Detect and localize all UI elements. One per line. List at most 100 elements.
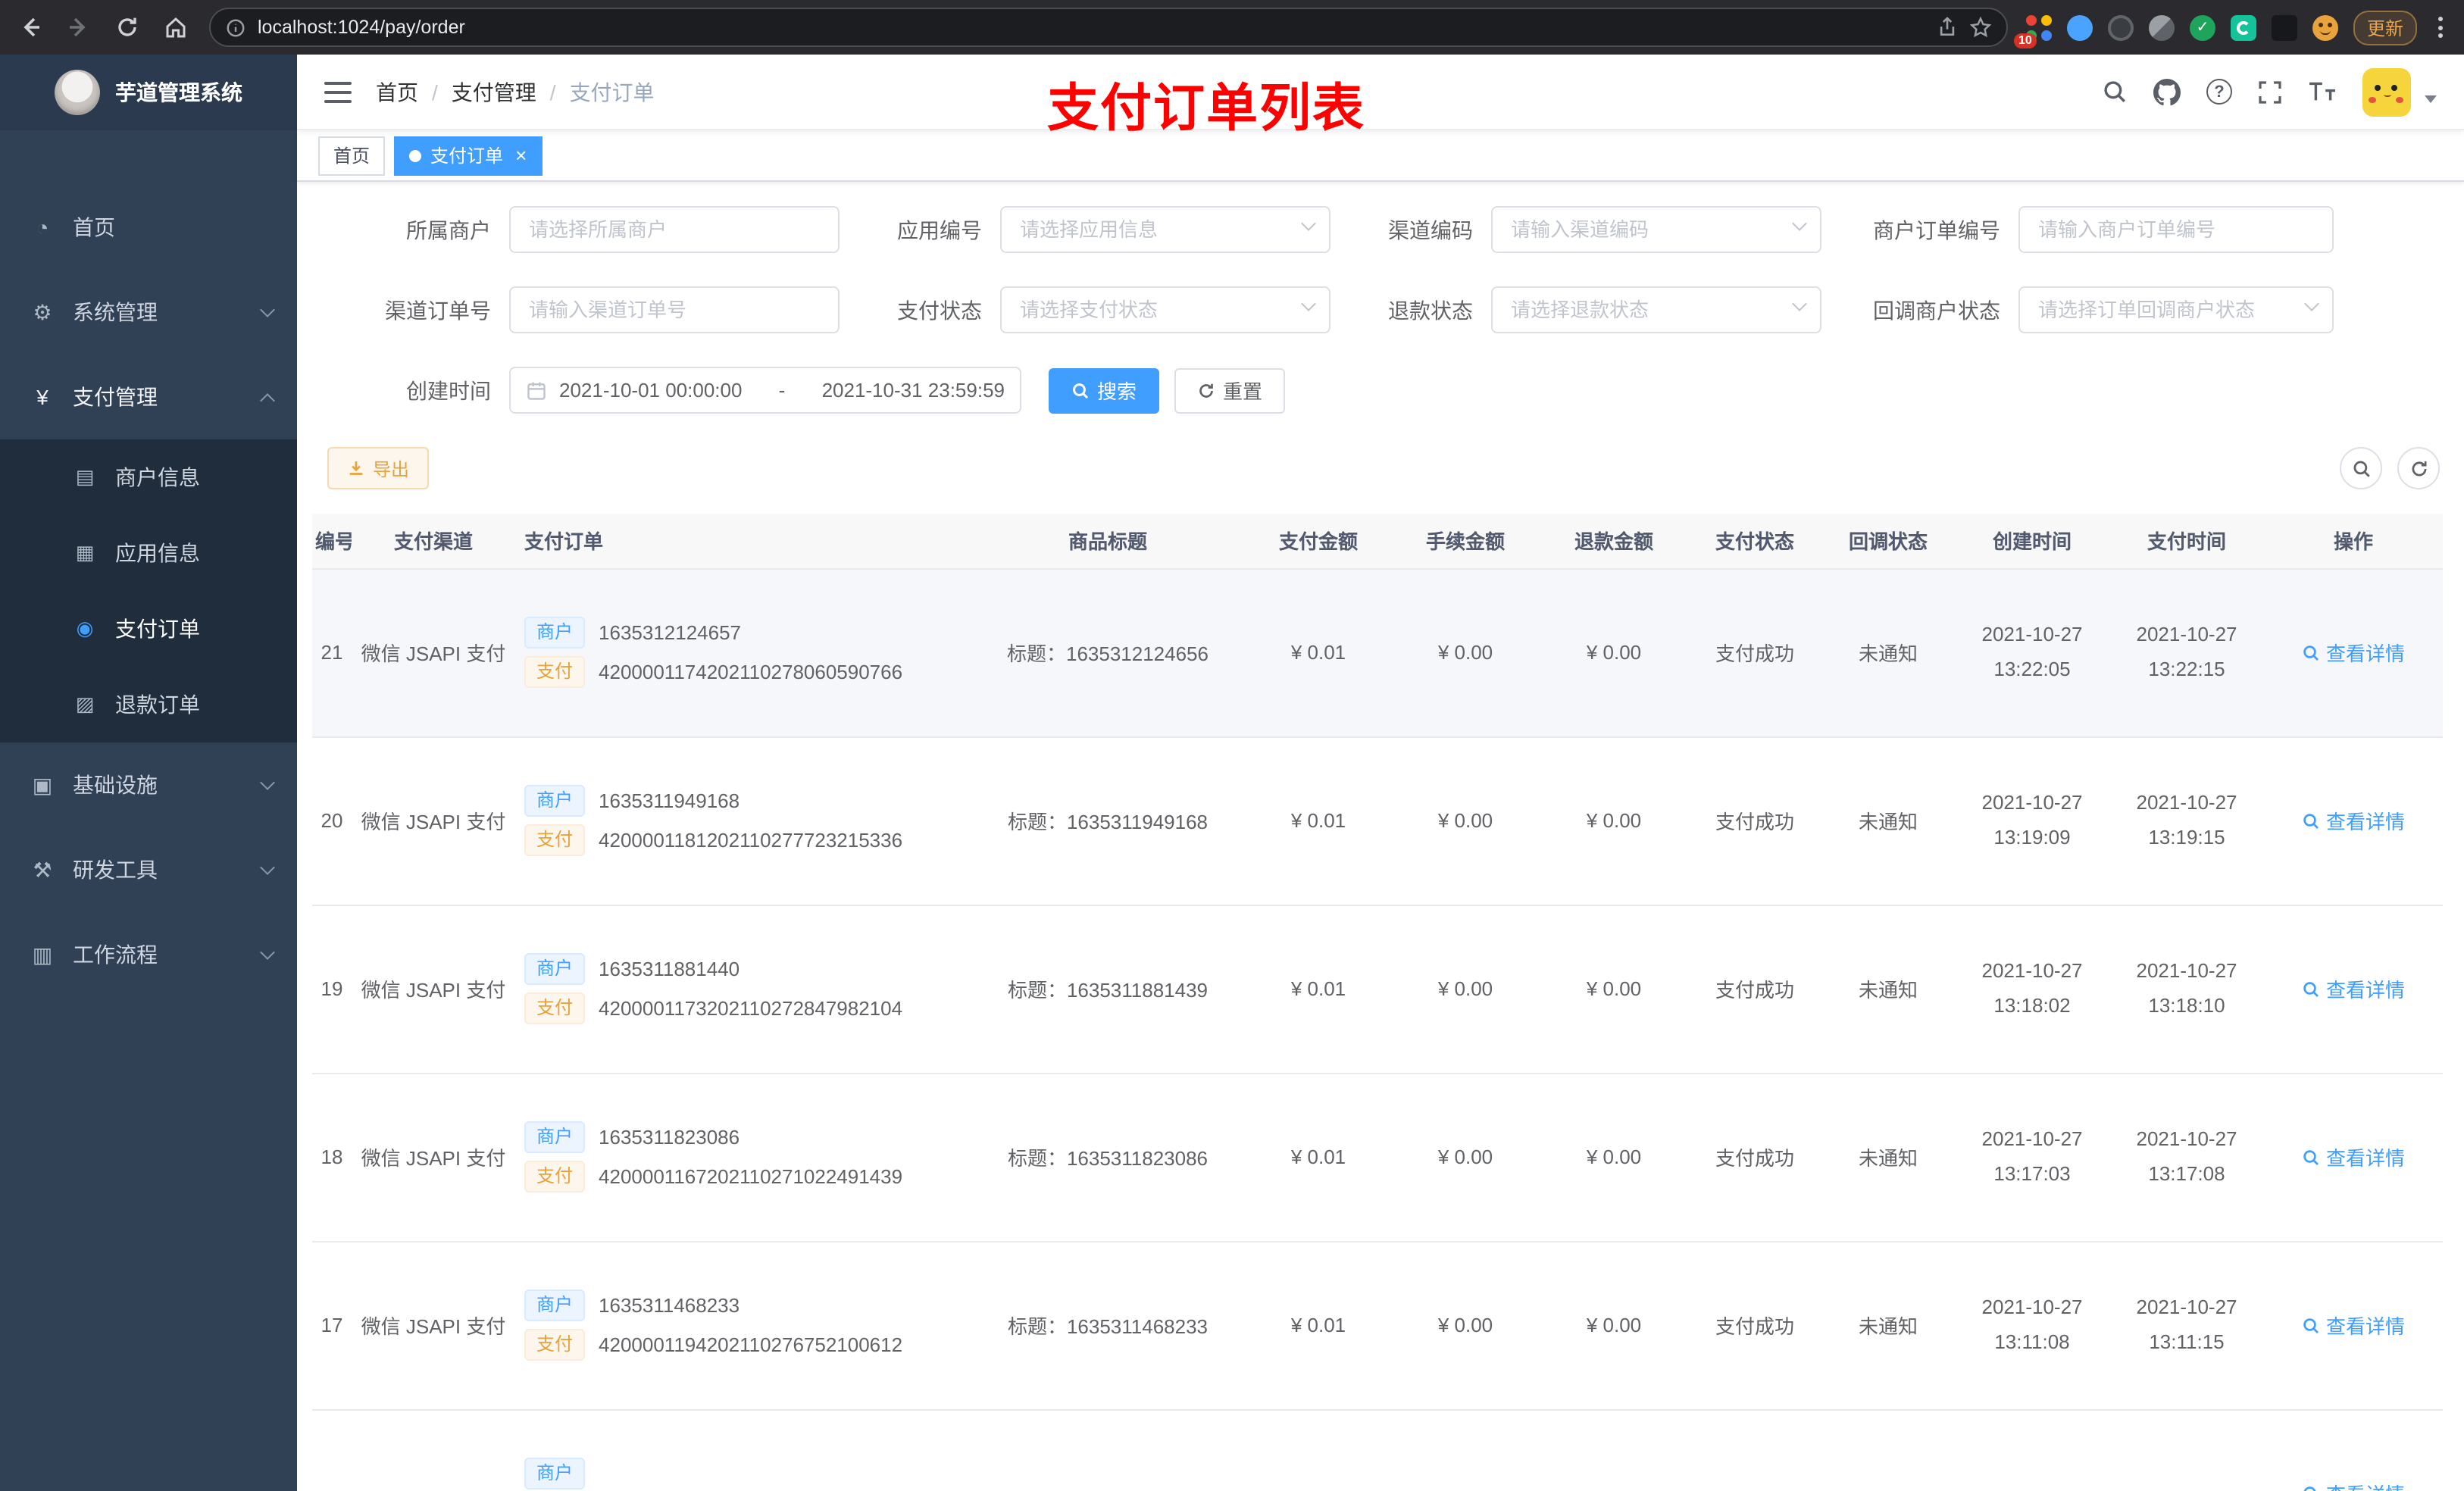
payment-submenu: ▤ 商户信息 ▦ 应用信息 ◉ 支付订单 ▨ 退款订单 xyxy=(0,439,297,742)
breadcrumb-home[interactable]: 首页 xyxy=(376,77,418,107)
extension-green-square-icon[interactable] xyxy=(2230,14,2256,40)
site-info-icon[interactable] xyxy=(226,17,245,37)
view-detail-link[interactable]: 查看详情 xyxy=(2302,806,2405,835)
channel-code-select[interactable] xyxy=(1491,206,1821,253)
share-icon[interactable] xyxy=(1937,17,1958,38)
table-row[interactable]: 21 微信 JSAPI 支付 商户 1635312124657 支付 42000… xyxy=(312,568,2443,737)
workflow-icon: ▥ xyxy=(32,942,53,966)
browser-menu-icon[interactable] xyxy=(2432,17,2449,38)
sidebar-item-workflow[interactable]: ▥ 工作流程 xyxy=(0,912,297,997)
refresh-table-button[interactable] xyxy=(2397,447,2440,489)
sidebar-item-app-info[interactable]: ▦ 应用信息 xyxy=(0,515,297,591)
date-start-value[interactable]: 2021-10-01 00:00:00 xyxy=(559,379,764,402)
create-time-range-picker[interactable]: 2021-10-01 00:00:00 - 2021-10-31 23:59:5… xyxy=(509,367,1021,414)
navbar-actions: ? xyxy=(2102,67,2437,116)
fullscreen-icon[interactable] xyxy=(2258,80,2282,104)
close-icon[interactable]: × xyxy=(515,145,527,165)
user-avatar[interactable] xyxy=(2362,67,2411,116)
back-icon[interactable] xyxy=(15,12,45,42)
refund-status-select[interactable] xyxy=(1491,286,1821,333)
home-icon[interactable] xyxy=(161,12,191,42)
extension-check-icon[interactable]: ✓ xyxy=(2189,14,2215,40)
table-row[interactable]: 19 微信 JSAPI 支付 商户 1635311881440 支付 42000… xyxy=(312,905,2443,1074)
cell-channel: 微信 JSAPI 支付 xyxy=(352,1073,515,1242)
toggle-search-button[interactable] xyxy=(2340,447,2382,489)
table-row[interactable]: 商户 支付 查看详情 xyxy=(312,1409,2443,1491)
cell-fee: ¥ 0.00 xyxy=(1391,568,1540,737)
channel-order-no-input[interactable] xyxy=(509,286,840,333)
sidebar-item-refund-order[interactable]: ▨ 退款订单 xyxy=(0,667,297,742)
cell-channel: 微信 JSAPI 支付 xyxy=(352,736,515,905)
extension-gray-icon[interactable] xyxy=(2148,14,2175,40)
pay-tag: 支付 xyxy=(524,1329,586,1361)
app-id-select-input[interactable] xyxy=(1000,206,1330,253)
github-icon[interactable] xyxy=(2153,78,2181,105)
table-row[interactable]: 20 微信 JSAPI 支付 商户 1635311949168 支付 42000… xyxy=(312,736,2443,905)
extension-pin-icon[interactable] xyxy=(2271,14,2297,40)
breadcrumb-pay-management[interactable]: 支付管理 xyxy=(452,77,536,107)
extension-dots-icon[interactable]: 10 xyxy=(2013,14,2052,48)
sidebar-logo[interactable]: 芋道管理系统 xyxy=(0,55,297,130)
merchant-order-no: 1635311823086 xyxy=(599,1126,740,1149)
app-id-select[interactable] xyxy=(1000,206,1330,253)
sidebar-item-pay-order[interactable]: ◉ 支付订单 xyxy=(0,591,297,667)
user-menu-caret-icon[interactable] xyxy=(2425,95,2437,103)
browser-update-button[interactable]: 更新 xyxy=(2353,10,2417,45)
date-end-value[interactable]: 2021-10-31 23:59:59 xyxy=(800,379,1005,402)
forward-icon[interactable] xyxy=(64,12,94,42)
sidebar-item-dev-tools[interactable]: ⚒ 研发工具 xyxy=(0,827,297,912)
cell-channel: 微信 JSAPI 支付 xyxy=(352,1241,515,1410)
search-button[interactable]: 搜索 xyxy=(1049,367,1160,413)
view-detail-link[interactable]: 查看详情 xyxy=(2302,1479,2405,1491)
hamburger-icon[interactable] xyxy=(324,81,352,102)
sidebar-item-label: 研发工具 xyxy=(73,858,158,882)
sidebar-item-merchant-info[interactable]: ▤ 商户信息 xyxy=(0,439,297,515)
pay-status-select-input[interactable] xyxy=(1000,286,1330,333)
sidebar-item-infra[interactable]: ▣ 基础设施 xyxy=(0,742,297,827)
channel-order-no-input-wrap[interactable] xyxy=(509,286,840,333)
reset-button[interactable]: 重置 xyxy=(1174,367,1286,413)
gear-icon: ⚙ xyxy=(33,299,52,324)
merchant-select[interactable] xyxy=(509,206,840,253)
cell-pay-time: 2021-10-27 13:11:15 xyxy=(2109,1241,2264,1410)
merchant-select-input[interactable] xyxy=(509,206,840,253)
table-row[interactable]: 17 微信 JSAPI 支付 商户 1635311468233 支付 42000… xyxy=(312,1241,2443,1410)
merchant-order-no-input-wrap[interactable] xyxy=(2018,206,2334,253)
bookmark-star-icon[interactable] xyxy=(1969,17,1991,38)
refund-status-select-input[interactable] xyxy=(1491,286,1821,333)
sidebar-item-system[interactable]: ⚙ 系统管理 xyxy=(0,270,297,355)
chevron-down-icon xyxy=(260,860,275,875)
sidebar-item-home[interactable]: ◔ 首页 xyxy=(0,185,297,270)
channel-code-select-input[interactable] xyxy=(1491,206,1821,253)
table-row[interactable]: 18 微信 JSAPI 支付 商户 1635311823086 支付 42000… xyxy=(312,1073,2443,1242)
tab-pay-order[interactable]: 支付订单 × xyxy=(394,136,543,175)
filter-form: 所属商户 应用编号 xyxy=(297,182,2464,414)
filter-row-2: 渠道订单号 支付状态 xyxy=(358,286,2464,333)
notify-status-select[interactable] xyxy=(2018,286,2334,333)
pay-status-select[interactable] xyxy=(1000,286,1330,333)
help-icon[interactable]: ? xyxy=(2206,79,2232,105)
merchant-order-no-input[interactable] xyxy=(2018,206,2334,253)
sidebar-item-payment[interactable]: ¥ 支付管理 xyxy=(0,355,297,439)
view-detail-link[interactable]: 查看详情 xyxy=(2302,1142,2405,1171)
view-detail-link[interactable]: 查看详情 xyxy=(2302,974,2405,1003)
font-size-icon[interactable] xyxy=(2308,80,2337,103)
pay-tag: 支付 xyxy=(524,1161,586,1192)
header-search-icon[interactable] xyxy=(2102,79,2128,105)
view-detail-link[interactable]: 查看详情 xyxy=(2302,1311,2405,1339)
extension-emoji-icon[interactable] xyxy=(2312,14,2338,40)
table-body: 21 微信 JSAPI 支付 商户 1635312124657 支付 42000… xyxy=(312,568,2443,1491)
notify-status-select-input[interactable] xyxy=(2018,286,2334,333)
export-button[interactable]: 导出 xyxy=(327,447,430,489)
reload-icon[interactable] xyxy=(112,12,142,42)
cell-title: 标题：1635312124656 xyxy=(970,568,1246,737)
tab-home[interactable]: 首页 xyxy=(318,136,386,175)
pay-tag: 支付 xyxy=(524,824,586,856)
view-detail-link[interactable]: 查看详情 xyxy=(2302,638,2405,667)
address-bar[interactable]: localhost:1024/pay/order xyxy=(209,8,2008,47)
extension-blue-icon[interactable] xyxy=(2066,14,2093,40)
url-text[interactable]: localhost:1024/pay/order xyxy=(258,17,1925,38)
extension-dark-icon[interactable] xyxy=(2107,14,2134,40)
filter-label: 渠道编码 xyxy=(1388,217,1473,242)
cell-status: 支付成功 xyxy=(1688,568,1821,737)
